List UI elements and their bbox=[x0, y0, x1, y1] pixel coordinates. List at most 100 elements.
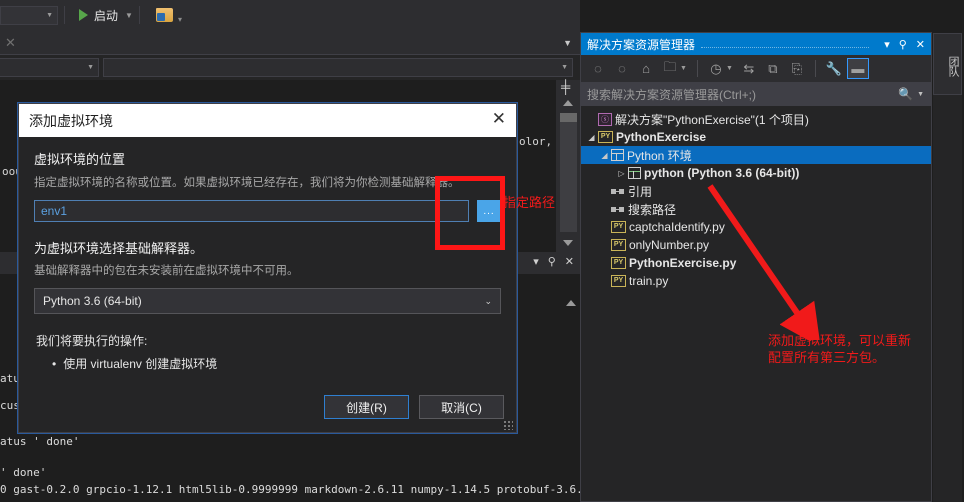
tree-item-label: onlyNumber.py bbox=[629, 238, 710, 252]
tree-item-label: 引用 bbox=[628, 184, 653, 199]
search-icon[interactable]: 🔍 bbox=[898, 87, 913, 101]
chevron-down-icon: ⌄ bbox=[484, 295, 492, 306]
properties-icon[interactable]: 🔧 bbox=[823, 58, 845, 79]
configuration-combo[interactable]: ▼ bbox=[0, 5, 58, 25]
py-file-icon: PY bbox=[611, 239, 626, 251]
scroll-up-arrow-icon[interactable] bbox=[566, 300, 576, 306]
document-tabstrip: ✕ ▼ bbox=[0, 30, 580, 55]
dialog-titlebar: 添加虚拟环境 ✕ bbox=[19, 104, 516, 137]
py-file-icon: PY bbox=[611, 275, 626, 287]
main-toolbar: ▼ 启动 ▼ ▾ bbox=[0, 0, 580, 30]
titlebar-dots bbox=[701, 40, 870, 48]
output-line: ' done' bbox=[0, 466, 47, 479]
tree-item-python-environments[interactable]: ◢ Python 环境 bbox=[581, 146, 931, 164]
tree-item-label: 解决方案"PythonExercise"(1 个项目) bbox=[615, 112, 809, 127]
close-icon[interactable]: ✕ bbox=[5, 35, 16, 51]
annotation-highlight-box bbox=[435, 176, 505, 250]
action-item: 使用 virtualenv 创建虚拟环境 bbox=[52, 355, 501, 372]
sync-icon[interactable]: ⇆ bbox=[738, 58, 760, 79]
chevron-down-icon: ▼ bbox=[87, 64, 94, 71]
run-button-label[interactable]: 启动 bbox=[94, 7, 118, 24]
chevron-down-icon[interactable]: ▼ bbox=[680, 65, 687, 72]
output-line: cus bbox=[0, 399, 20, 412]
chevron-down-icon[interactable]: ▾ bbox=[884, 38, 890, 51]
toolbar-divider bbox=[138, 6, 140, 24]
tree-item-label: PythonExercise bbox=[616, 130, 707, 144]
close-icon[interactable]: ✕ bbox=[492, 110, 506, 127]
location-section-title: 虚拟环境的位置 bbox=[34, 152, 126, 167]
editor-navigation-bar: ▼ ▼ bbox=[0, 55, 580, 80]
attach-to-process-icon[interactable] bbox=[155, 8, 173, 22]
resize-grip-icon[interactable] bbox=[503, 420, 513, 430]
dock-rail bbox=[933, 95, 962, 502]
interpreter-select-value: Python 3.6 (64-bit) bbox=[43, 294, 142, 308]
output-line: atus ' done' bbox=[0, 435, 80, 448]
toolbar-divider bbox=[64, 6, 65, 24]
env-icon bbox=[611, 149, 624, 161]
chevron-down-icon[interactable]: ▼ bbox=[917, 91, 924, 98]
references-icon bbox=[611, 186, 625, 196]
pin-icon[interactable]: ⚲ bbox=[548, 255, 556, 268]
annotation-arrow-icon bbox=[707, 184, 821, 340]
new-folder-icon[interactable]: 🗀 bbox=[659, 58, 681, 79]
dock-tab-team-explorer[interactable]: 团队 bbox=[933, 33, 962, 95]
path-input[interactable]: env1 bbox=[34, 200, 469, 222]
home-icon[interactable]: ⌂ bbox=[635, 58, 657, 79]
scrollbar-track[interactable] bbox=[560, 122, 577, 232]
preview-icon[interactable]: ▬ bbox=[846, 58, 869, 79]
env-active-icon bbox=[628, 167, 641, 179]
twisty-icon[interactable]: ◢ bbox=[585, 133, 598, 142]
search-input-placeholder[interactable]: 搜索解决方案资源管理器(Ctrl+;) bbox=[587, 86, 756, 103]
nav-member-combo[interactable]: ▼ bbox=[103, 58, 573, 77]
play-icon[interactable] bbox=[79, 9, 88, 21]
solution-explorer-titlebar: 解决方案资源管理器 ▾ ⚲ ✕ bbox=[581, 33, 931, 55]
show-all-files-icon[interactable]: ⎘ bbox=[786, 58, 808, 79]
add-virtual-environment-dialog: 添加虚拟环境 ✕ 虚拟环境的位置 指定虚拟环境的名称或位置。如果虚拟环境已经存在… bbox=[18, 103, 517, 433]
close-icon[interactable]: ✕ bbox=[916, 38, 925, 51]
nav-scope-combo[interactable]: ▼ bbox=[0, 58, 99, 77]
chevron-down-icon[interactable]: ▼ bbox=[563, 38, 572, 48]
forward-icon[interactable]: ◌ bbox=[611, 58, 633, 79]
actions-title: 我们将要执行的操作: bbox=[36, 334, 148, 348]
scrollbar-thumb[interactable] bbox=[560, 113, 577, 122]
references-icon bbox=[611, 204, 625, 214]
pin-icon[interactable]: ⚲ bbox=[899, 38, 907, 51]
toolbar-divider bbox=[814, 60, 816, 77]
tree-item-project[interactable]: ◢ PY PythonExercise bbox=[581, 128, 931, 146]
chevron-down-icon: ▼ bbox=[46, 11, 53, 19]
twisty-icon[interactable]: ▷ bbox=[615, 169, 628, 178]
solution-explorer-title: 解决方案资源管理器 bbox=[587, 37, 696, 52]
twisty-icon[interactable]: ◢ bbox=[598, 151, 611, 160]
split-view-icon[interactable]: ╪ bbox=[561, 80, 570, 93]
create-button[interactable]: 创建(R) bbox=[324, 395, 409, 419]
dialog-buttons: 创建(R) 取消(C) bbox=[324, 395, 504, 419]
scroll-down-arrow-icon[interactable] bbox=[563, 240, 573, 246]
path-row: env1 ... bbox=[34, 200, 501, 222]
tree-item-label: python (Python 3.6 (64-bit)) bbox=[644, 166, 800, 180]
chevron-down-icon: ▼ bbox=[561, 64, 568, 71]
py-file-icon: PY bbox=[611, 221, 626, 233]
chevron-down-icon[interactable]: ▼ bbox=[726, 65, 733, 72]
interpreter-section-description: 基础解释器中的包在未安装前在虚拟环境中不可用。 bbox=[34, 265, 299, 277]
location-section-description: 指定虚拟环境的名称或位置。如果虚拟环境已经存在，我们将为你检测基础解释器。 bbox=[34, 177, 460, 189]
cancel-button[interactable]: 取消(C) bbox=[419, 395, 504, 419]
scroll-up-arrow-icon[interactable] bbox=[563, 100, 573, 106]
toolbar-divider bbox=[696, 60, 698, 77]
tree-item-label: train.py bbox=[629, 274, 669, 288]
interpreter-section-title: 为虚拟环境选择基础解释器。 bbox=[34, 241, 204, 256]
output-line: 0 gast-0.2.0 grpcio-1.12.1 html5lib-0.99… bbox=[0, 483, 616, 496]
back-icon[interactable]: ◌ bbox=[587, 58, 609, 79]
dialog-body: 虚拟环境的位置 指定虚拟环境的名称或位置。如果虚拟环境已经存在，我们将为你检测基… bbox=[19, 137, 516, 372]
interpreter-select[interactable]: Python 3.6 (64-bit) ⌄ bbox=[34, 288, 501, 314]
chevron-down-icon[interactable]: ▾ bbox=[533, 255, 539, 268]
tree-item-label: Python 环境 bbox=[627, 148, 692, 163]
annotation-browse-note: 指定路径 bbox=[503, 195, 556, 210]
chevron-down-icon[interactable]: ▼ bbox=[125, 11, 133, 20]
close-icon[interactable]: ✕ bbox=[565, 255, 574, 268]
solution-explorer-search[interactable]: 搜索解决方案资源管理器(Ctrl+;) 🔍 ▼ bbox=[581, 82, 931, 106]
tree-item-solution[interactable]: ⓢ 解决方案"PythonExercise"(1 个项目) bbox=[581, 110, 931, 128]
pending-changes-icon[interactable]: ◷ bbox=[705, 58, 727, 79]
collapse-all-icon[interactable]: ⧉ bbox=[762, 58, 784, 79]
python-project-icon: PY bbox=[598, 131, 613, 143]
overflow-chevron-icon[interactable]: ▾ bbox=[178, 15, 182, 24]
